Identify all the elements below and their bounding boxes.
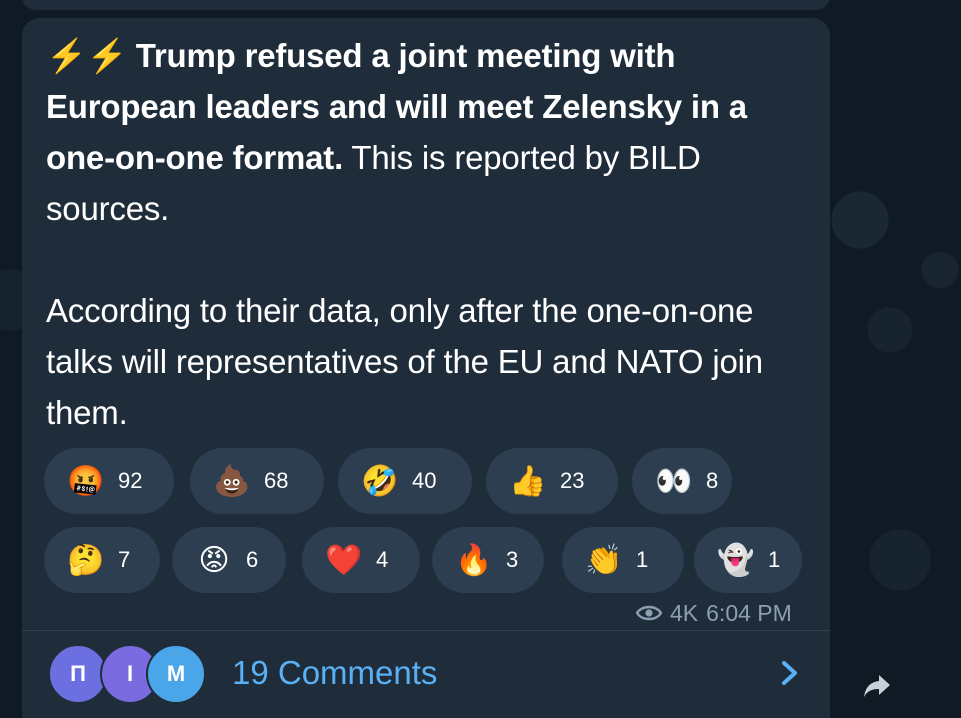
reaction-emoji-icon: 💩 bbox=[213, 463, 251, 499]
reaction-count: 92 bbox=[118, 468, 143, 493]
reaction-emoji-icon: ❤️ bbox=[325, 542, 363, 578]
message-meta: 4K 6:04 PM bbox=[636, 598, 792, 628]
reaction-pill[interactable]: 😡 6 bbox=[172, 527, 286, 593]
avatar: M bbox=[146, 644, 206, 704]
comments-divider bbox=[22, 630, 830, 631]
lightning-icon: ⚡⚡ bbox=[46, 37, 128, 74]
reaction-pill[interactable]: 🤔 7 bbox=[44, 527, 160, 593]
reaction-count: 7 bbox=[118, 547, 131, 572]
reaction-emoji-icon: 🤔 bbox=[67, 542, 105, 578]
reaction-pill[interactable]: 👀 8 bbox=[632, 448, 732, 514]
message-time: 6:04 PM bbox=[706, 599, 792, 626]
comments-button[interactable]: П I M 19 Comments bbox=[22, 632, 830, 718]
reaction-count: 23 bbox=[560, 468, 585, 493]
reaction-pill[interactable]: ❤️ 4 bbox=[302, 527, 420, 593]
avatar: П bbox=[48, 644, 108, 704]
reaction-pill[interactable]: 🤬 92 bbox=[44, 448, 174, 514]
reaction-pill[interactable]: 👻 1 bbox=[694, 527, 802, 593]
reaction-emoji-icon: 🤣 bbox=[361, 463, 399, 499]
reaction-emoji-icon: 😡 bbox=[198, 542, 230, 578]
reaction-emoji-icon: 👻 bbox=[717, 542, 755, 578]
reaction-pill[interactable]: 🔥 3 bbox=[432, 527, 544, 593]
reaction-emoji-icon: 👀 bbox=[655, 463, 693, 499]
reaction-pill[interactable]: 💩 68 bbox=[190, 448, 324, 514]
reaction-count: 1 bbox=[768, 547, 781, 572]
previous-message-bubble bbox=[22, 0, 830, 10]
message-paragraph-1: ⚡⚡ Trump refused a joint meeting with Eur… bbox=[46, 30, 806, 234]
reaction-count: 1 bbox=[636, 547, 649, 572]
reaction-emoji-icon: 🤬 bbox=[67, 463, 105, 499]
reaction-count: 4 bbox=[376, 547, 389, 572]
eye-icon bbox=[636, 605, 662, 621]
reaction-count: 3 bbox=[506, 547, 519, 572]
reaction-count: 40 bbox=[412, 468, 437, 493]
reaction-emoji-icon: 👏 bbox=[585, 542, 623, 578]
chevron-right-icon[interactable] bbox=[774, 658, 804, 688]
message-text: ⚡⚡ Trump refused a joint meeting with Eur… bbox=[46, 30, 806, 438]
reaction-emoji-icon: 👍 bbox=[509, 463, 547, 499]
reaction-pill[interactable]: 🤣 40 bbox=[338, 448, 472, 514]
comments-label[interactable]: 19 Comments bbox=[232, 654, 437, 692]
reaction-count: 6 bbox=[246, 547, 259, 572]
reaction-pill[interactable]: 👍 23 bbox=[486, 448, 618, 514]
reaction-pill[interactable]: 👏 1 bbox=[562, 527, 684, 593]
share-icon[interactable] bbox=[862, 670, 892, 700]
reaction-emoji-icon: 🔥 bbox=[455, 542, 493, 578]
views-count: 4K bbox=[670, 599, 699, 626]
message-paragraph-2: According to their data, only after the … bbox=[46, 292, 763, 431]
reaction-count: 68 bbox=[264, 468, 289, 493]
reaction-count: 8 bbox=[706, 468, 719, 493]
